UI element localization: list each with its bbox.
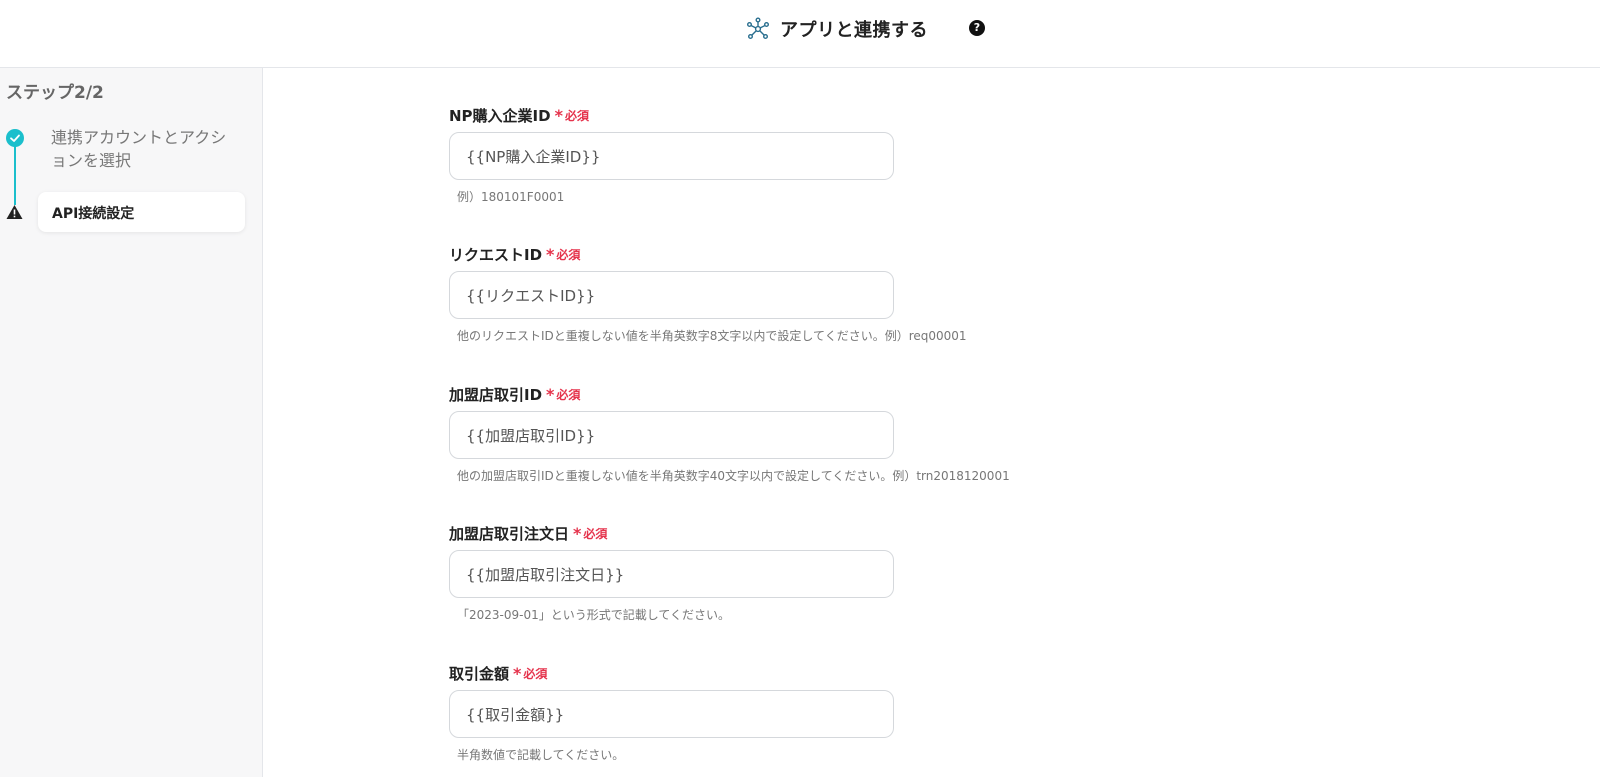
step-item-select-account[interactable]: 連携アカウントとアクションを選択 xyxy=(51,126,241,172)
required-badge: 必須 xyxy=(523,666,548,681)
step-item-api-settings[interactable]: API接続設定 xyxy=(38,192,245,232)
field-np-company-id: NP購入企業ID * 必須 例）180101F0001 xyxy=(449,104,1149,205)
field-merchant-transaction-id: 加盟店取引ID * 必須 他の加盟店取引IDと重複しない値を半角英数字40文字以… xyxy=(449,383,1149,484)
step-connector-line xyxy=(14,139,16,205)
field-hint: 「2023-09-01」という形式で記載してください。 xyxy=(457,608,731,622)
transaction-amount-input[interactable] xyxy=(449,690,894,738)
main-form: NP購入企業ID * 必須 例）180101F0001 リクエストID * 必須… xyxy=(264,68,1600,777)
required-badge: 必須 xyxy=(564,108,589,123)
required-asterisk: * xyxy=(554,105,563,125)
field-hint: 他の加盟店取引IDと重複しない値を半角英数字40文字以内で設定してください。例）… xyxy=(457,469,1010,483)
field-merchant-order-date: 加盟店取引注文日 * 必須 「2023-09-01」という形式で記載してください… xyxy=(449,522,1149,623)
required-asterisk: * xyxy=(546,244,555,264)
request-id-input[interactable] xyxy=(449,271,894,319)
field-transaction-amount: 取引金額 * 必須 半角数値で記載してください。 xyxy=(449,662,1149,763)
field-hint: 半角数値で記載してください。 xyxy=(457,748,625,762)
page-title: アプリと連携する xyxy=(780,20,928,41)
field-request-id: リクエストID * 必須 他のリクエストIDと重複しない値を半角英数字8文字以内… xyxy=(449,243,1149,344)
required-asterisk: * xyxy=(573,523,582,543)
step-item-label: API接続設定 xyxy=(52,206,135,222)
field-hint: 例）180101F0001 xyxy=(457,190,565,204)
field-label: 加盟店取引注文日 xyxy=(449,524,570,543)
required-badge: 必須 xyxy=(556,247,581,262)
help-icon[interactable]: ? xyxy=(969,20,985,36)
field-label: NP購入企業ID xyxy=(449,106,551,125)
app-connect-icon xyxy=(747,17,770,40)
required-asterisk: * xyxy=(546,384,555,404)
merchant-order-date-input[interactable] xyxy=(449,550,894,598)
top-header: アプリと連携する ? xyxy=(0,0,1600,68)
field-hint: 他のリクエストIDと重複しない値を半角英数字8文字以内で設定してください。例）r… xyxy=(457,329,967,343)
step-heading: ステップ2/2 xyxy=(6,83,104,103)
warning-icon xyxy=(6,205,23,219)
field-label: 加盟店取引ID xyxy=(449,385,543,404)
header-title-group: アプリと連携する xyxy=(746,14,928,44)
np-company-id-input[interactable] xyxy=(449,132,894,180)
required-badge: 必須 xyxy=(583,526,608,541)
check-icon xyxy=(6,129,24,147)
field-label: 取引金額 xyxy=(449,664,510,683)
field-label: リクエストID xyxy=(449,245,543,264)
step-sidebar: ステップ2/2 連携アカウントとアクションを選択 API接続設定 xyxy=(0,68,263,777)
required-asterisk: * xyxy=(513,663,522,683)
required-badge: 必須 xyxy=(556,387,581,402)
merchant-transaction-id-input[interactable] xyxy=(449,411,894,459)
